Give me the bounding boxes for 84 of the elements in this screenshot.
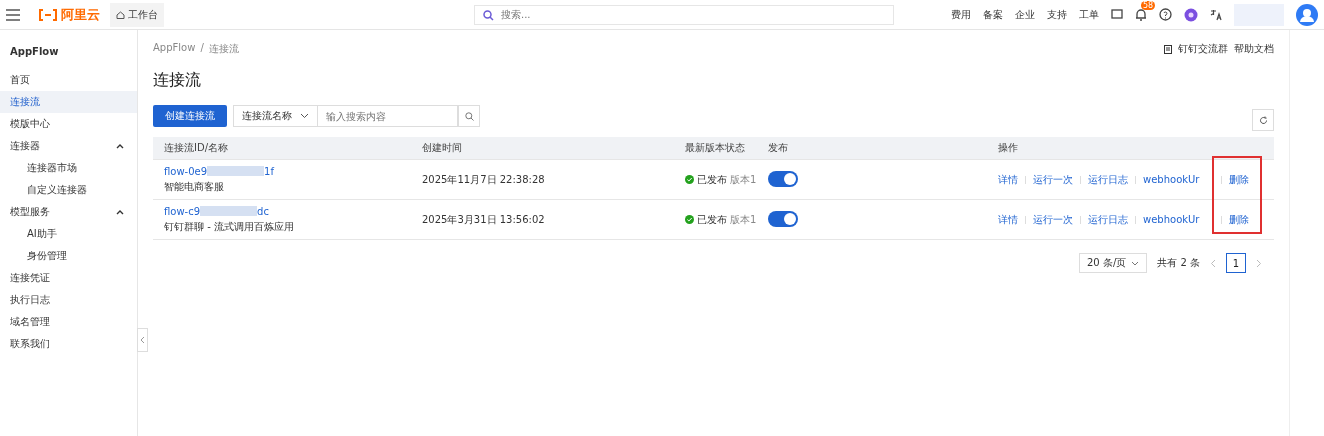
refresh-icon (1258, 115, 1268, 125)
sidebar-subitem[interactable]: AI助手 (0, 223, 137, 245)
check-circle-icon (685, 215, 694, 224)
search-icon (464, 111, 474, 121)
refresh-button[interactable] (1252, 109, 1274, 131)
version-text: 版本1 (730, 172, 757, 187)
redaction-block (207, 166, 265, 176)
help-icon[interactable] (1159, 8, 1172, 21)
sidebar-item[interactable]: 域名管理 (0, 311, 137, 333)
sidebar-subitem[interactable]: 连接器市场 (0, 157, 137, 179)
workbench-button[interactable]: 工作台 (110, 2, 164, 27)
action-link[interactable]: 删除 (1229, 172, 1249, 187)
breadcrumb-link[interactable]: AppFlow (153, 42, 196, 56)
top-nav-link[interactable]: 企业 (1015, 7, 1035, 22)
page-title: 连接流 (153, 70, 202, 91)
sidebar-subitem[interactable]: 自定义连接器 (0, 179, 137, 201)
flow-name: 钉钉群聊 - 流式调用百炼应用 (164, 219, 295, 234)
table-cell-text: 2025年3月31日 13:56:02 (422, 212, 546, 227)
chevron-down-icon (300, 113, 309, 119)
sidebar-item[interactable]: 连接流 (0, 91, 137, 113)
header-link[interactable]: 帮助文档 (1234, 42, 1274, 56)
sidebar-subitem[interactable]: 身份管理 (0, 245, 137, 267)
filter-dropdown[interactable]: 连接流名称 (233, 105, 318, 127)
total-count: 共有 2 条 (1157, 256, 1200, 270)
chevron-down-icon (1131, 260, 1140, 266)
assistant-icon[interactable] (1184, 7, 1198, 22)
breadcrumb-separator: / (200, 42, 204, 55)
group-chat-icon (1164, 44, 1172, 54)
create-button[interactable]: 创建连接流 (153, 105, 227, 127)
avatar-icon[interactable] (1296, 3, 1318, 26)
version-text: 版本1 (730, 212, 757, 227)
page-button[interactable]: 1 (1226, 253, 1246, 273)
action-link[interactable]: 删除 (1229, 212, 1249, 227)
search-button[interactable] (458, 105, 480, 127)
sidebar-item[interactable]: 模版中心 (0, 113, 137, 135)
page-size-dropdown[interactable]: 20 条/页 (1079, 253, 1148, 273)
action-link[interactable]: 运行一次 (1033, 172, 1073, 187)
header-link[interactable]: 钉钉交流群 (1178, 42, 1228, 56)
sidebar-item[interactable]: 首页 (0, 69, 137, 91)
column-header: 操作 (998, 141, 1019, 155)
action-link[interactable]: 详情 (998, 212, 1018, 227)
top-nav-link[interactable]: 费用 (951, 7, 971, 22)
sidebar-item[interactable]: 联系我们 (0, 333, 137, 355)
notification-badge: 58 (1141, 1, 1156, 10)
column-header: 连接流ID/名称 (163, 141, 230, 155)
breadcrumb-link[interactable]: 连接流 (208, 42, 239, 56)
translate-icon[interactable] (1210, 8, 1222, 21)
action-link[interactable]: 运行一次 (1033, 212, 1073, 227)
sidebar-title: AppFlow (9, 46, 60, 59)
flow-id-link[interactable]: dc (257, 205, 269, 217)
publish-toggle[interactable] (768, 210, 798, 227)
search-input[interactable]: 输入搜索内容 (318, 105, 458, 127)
table-cell-text: 2025年11月7日 22:38:28 (422, 172, 546, 187)
sidebar-item[interactable]: 执行日志 (0, 289, 137, 311)
action-link[interactable]: webhookUr (1143, 214, 1200, 225)
action-link[interactable]: webhookUr (1143, 174, 1200, 185)
publish-toggle[interactable] (768, 170, 798, 187)
search-field[interactable]: 搜索... (474, 4, 894, 25)
check-circle-icon (685, 175, 694, 184)
column-header: 创建时间 (422, 141, 463, 155)
home-icon (116, 10, 125, 19)
flow-id-link[interactable]: flow-c9 (164, 205, 201, 217)
screen-icon[interactable] (1111, 9, 1123, 20)
flow-id-link[interactable]: flow-0e9 (164, 165, 208, 177)
status-text: 已发布 (697, 172, 727, 187)
action-link[interactable]: 详情 (998, 172, 1018, 187)
chevron-left-icon (140, 336, 145, 344)
top-nav-link[interactable]: 支持 (1047, 7, 1067, 22)
redaction-block (200, 206, 258, 216)
sidebar-item[interactable]: 连接器 (0, 135, 137, 157)
column-header: 最新版本状态 (685, 141, 746, 155)
action-link[interactable]: 运行日志 (1088, 172, 1128, 187)
flow-name: 智能电商客服 (164, 179, 225, 194)
flow-id-link[interactable]: 1f (264, 165, 274, 177)
sidebar-item[interactable]: 连接凭证 (0, 267, 137, 289)
top-nav-link[interactable]: 工单 (1079, 7, 1099, 22)
status-text: 已发布 (697, 212, 727, 227)
sidebar-item[interactable]: 模型服务 (0, 201, 137, 223)
bell-icon[interactable] (1135, 8, 1147, 21)
logo-icon (38, 8, 58, 21)
menu-icon[interactable] (6, 8, 20, 21)
column-header: 发布 (768, 141, 789, 155)
action-link[interactable]: 运行日志 (1088, 212, 1128, 227)
top-nav-link[interactable]: 备案 (983, 7, 1003, 22)
